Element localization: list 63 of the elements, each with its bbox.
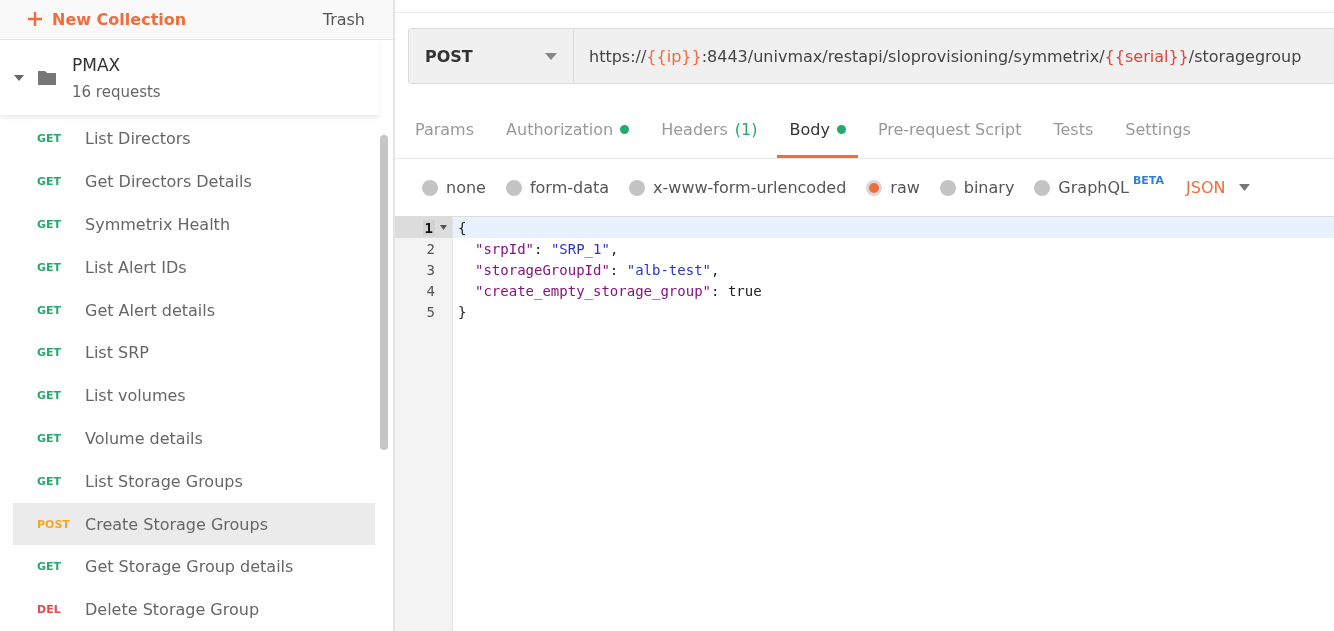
line-number: 1 <box>422 219 435 236</box>
method-label: GET <box>37 303 63 317</box>
folder-icon <box>38 70 56 85</box>
line-number: 3 <box>426 261 435 278</box>
request-item[interactable]: GET Get Directors Details <box>13 160 375 204</box>
method-label: GET <box>37 217 63 231</box>
code-line: } <box>457 302 468 322</box>
method-label: GET <box>37 260 63 274</box>
request-name: List volumes <box>85 386 186 406</box>
body-type-radio[interactable]: raw <box>866 178 920 197</box>
request-name: List Storage Groups <box>85 471 243 491</box>
format-dropdown[interactable]: JSON <box>1180 177 1257 198</box>
request-item[interactable]: GET Get Storage Group details <box>13 545 375 589</box>
request-item[interactable]: GET List Directors <box>13 117 375 161</box>
line-number: 2 <box>426 240 435 257</box>
request-name: List SRP <box>85 343 149 363</box>
request-item[interactable]: POST Create Storage Groups <box>13 502 375 546</box>
body-type-radio[interactable]: x-www-form-urlencoded <box>629 178 847 197</box>
request-item[interactable]: DEL Delete Storage Group <box>13 588 375 631</box>
method-label: GET <box>37 389 63 403</box>
body-type-radio[interactable]: GraphQL $^{BETA}$ <box>1034 178 1164 197</box>
request-name: Volume details <box>85 428 203 448</box>
request-count: 16 requests <box>72 82 161 101</box>
method-label: GET <box>37 175 63 189</box>
request-name: Delete Storage Group <box>85 600 260 620</box>
request-name: Symmetrix Health <box>85 214 231 234</box>
code-line: "srpId": "SRP_1", <box>474 239 620 259</box>
scrollbar[interactable] <box>380 135 388 451</box>
request-name: Get Alert details <box>85 300 216 320</box>
caret-icon <box>1239 184 1251 191</box>
method-label: POST <box>37 517 71 531</box>
body-type-radio[interactable]: binary <box>939 178 1015 197</box>
body-type-radio[interactable]: form-data <box>505 178 610 197</box>
request-item[interactable]: GET List volumes <box>13 374 375 417</box>
request-name: List Alert IDs <box>85 257 187 277</box>
fold-icon[interactable] <box>440 225 447 230</box>
trash-button[interactable]: Trash <box>322 9 365 29</box>
request-name: Create Storage Groups <box>85 514 268 534</box>
request-item[interactable]: GET Volume details <box>13 417 375 460</box>
method-label: DEL <box>37 603 62 617</box>
method-label: GET <box>37 431 63 445</box>
request-name: Get Directors Details <box>85 172 252 192</box>
line-number: 4 <box>426 282 435 299</box>
tab[interactable]: Body <box>777 104 858 158</box>
collection-header[interactable]: PMAX 16 requests <box>0 39 379 116</box>
request-item[interactable]: GET Symmetrix Health <box>13 203 375 246</box>
body-type-radio[interactable]: none <box>422 178 486 197</box>
request-name: List Directors <box>85 129 191 149</box>
method-label: GET <box>37 474 63 488</box>
method-label: GET <box>37 346 63 360</box>
request-item[interactable]: GET List SRP <box>13 331 375 375</box>
request-name: Get Storage Group details <box>85 557 294 577</box>
collection-name: PMAX <box>72 54 122 75</box>
line-number: 5 <box>426 303 435 320</box>
request-item[interactable]: GET List Alert IDs <box>13 245 375 289</box>
request-item[interactable]: GET List Storage Groups <box>13 459 375 503</box>
plus-icon <box>27 11 43 28</box>
method-label: GET <box>37 560 63 574</box>
method-label: GET <box>37 132 63 146</box>
code-line: "storageGroupId": "alb-test", <box>474 260 721 280</box>
code-line: "create_empty_storage_group": true <box>474 281 763 301</box>
request-item[interactable]: GET Get Alert details <box>13 288 375 332</box>
code-editor[interactable]: 1 2 3 4 5 { "srpId": "SRP_1", "storageGroupId": "alb-test", "create_empty_storage_group": true } <box>395 217 1334 631</box>
